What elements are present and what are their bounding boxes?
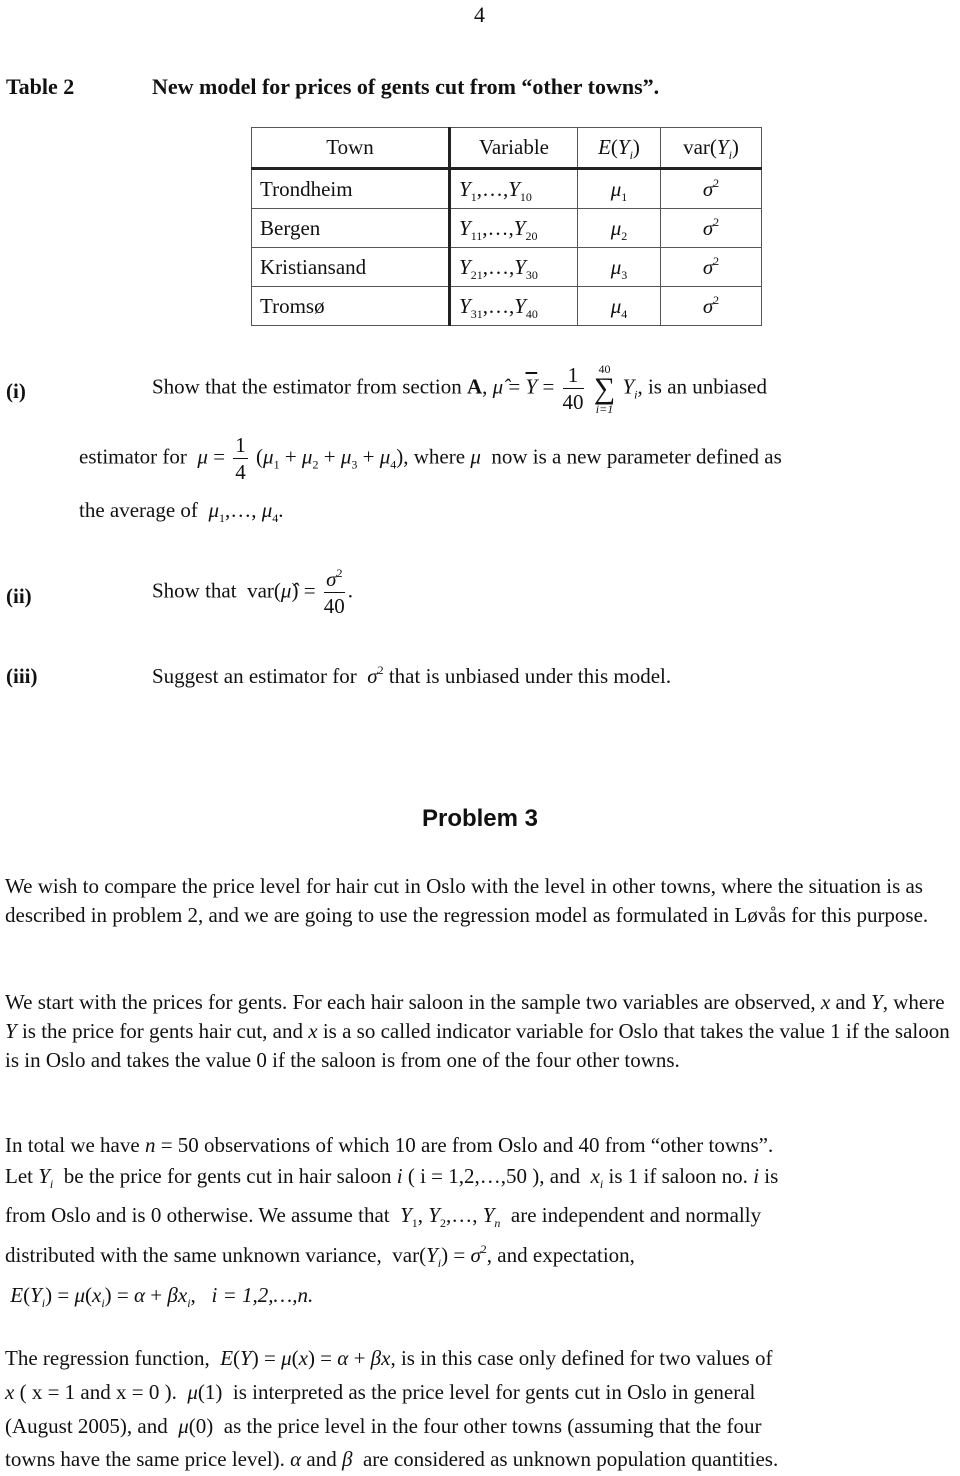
variance-cell: σ2: [660, 168, 762, 209]
question-ii-text: Show that var(μ̂) = σ2 40.: [152, 566, 354, 618]
table-row: Kristiansand Y21,…,Y30 μ3 σ2: [251, 247, 762, 287]
expectation-cell: μ2: [577, 208, 661, 248]
table-header-row: Town Variable E(Yi) var(Yi): [251, 127, 762, 170]
town-cell: Bergen: [251, 208, 451, 248]
summation-symbol: 40 ∑ i=1: [593, 361, 616, 416]
problem-3-paragraph-3-line-5: E(Yi) = μ(xi) = α + βxi, i = 1,2,…,n.: [10, 1283, 314, 1310]
town-cell: Tromsø: [251, 286, 451, 326]
expectation-cell: μ3: [577, 247, 661, 287]
header-town: Town: [251, 127, 451, 170]
problem-3-paragraph-2: We start with the prices for gents. For …: [5, 990, 950, 1072]
town-cell: Kristiansand: [251, 247, 451, 287]
variance-cell: σ2: [660, 208, 762, 248]
problem-3-paragraph-3-line-2: Let Yi be the price for gents cut in hai…: [5, 1164, 779, 1191]
question-iii-text: Suggest an estimator for σ2 that is unbi…: [152, 663, 672, 688]
variance-cell: σ2: [660, 286, 762, 326]
table-row: Trondheim Y1,…,Y10 μ1 σ2: [251, 168, 762, 209]
problem-3-paragraph-1: We wish to compare the price level for h…: [5, 874, 929, 927]
variable-cell: Y11,…,Y20: [449, 208, 578, 248]
question-iii-label: (iii): [6, 664, 38, 688]
problem-3-heading: Problem 3: [421, 805, 539, 832]
question-i-line2: estimator for μ = 14 (μ1 + μ2 + μ3 + μ4)…: [79, 433, 782, 484]
variance-cell: σ2: [660, 247, 762, 287]
variable-cell: Y31,…,Y40: [449, 286, 578, 326]
expectation-cell: μ1: [577, 168, 661, 209]
problem-3-paragraph-3-line-4: distributed with the same unknown varian…: [5, 1242, 635, 1270]
question-i-line1: Show that the estimator from section A, …: [152, 361, 767, 416]
table-title: New model for prices of gents cut from “…: [152, 74, 660, 99]
expectation-cell: μ4: [577, 286, 661, 326]
problem-3-paragraph-4-line-2: x ( x = 1 and x = 0 ). μ(1) is interpret…: [5, 1380, 756, 1404]
problem-3-paragraph-3-line-3: from Oslo and is 0 otherwise. We assume …: [5, 1203, 762, 1230]
question-i-line3: the average of μ1,…, μ4.: [79, 498, 284, 525]
fraction-1-over-40: 1 40: [562, 363, 584, 414]
header-variance: var(Yi): [660, 127, 762, 170]
page-number: 4: [474, 2, 485, 27]
table-row: Tromsø Y31,…,Y40 μ4 σ2: [251, 286, 762, 326]
problem-3-paragraph-4-line-1: The regression function, E(Y) = μ(x) = α…: [5, 1346, 773, 1370]
header-variable: Variable: [449, 127, 578, 170]
table-label: Table 2: [6, 74, 75, 99]
variable-cell: Y21,…,Y30: [449, 247, 578, 287]
model-table: Town Variable E(Yi) var(Yi) Trondheim Y1…: [251, 127, 762, 326]
problem-3-paragraph-3-line-1: In total we have n = 50 observations of …: [5, 1133, 774, 1157]
question-ii-label: (ii): [6, 584, 32, 608]
header-expectation: E(Yi): [577, 127, 661, 170]
problem-3-paragraph-4-line-3: (August 2005), and μ(0) as the price lev…: [5, 1414, 762, 1438]
table-row: Bergen Y11,…,Y20 μ2 σ2: [251, 208, 762, 248]
problem-3-paragraph-4-line-4: towns have the same price level). α and …: [5, 1447, 779, 1471]
variable-cell: Y1,…,Y10: [449, 168, 578, 209]
question-i-label: (i): [6, 379, 26, 403]
town-cell: Trondheim: [251, 168, 451, 209]
